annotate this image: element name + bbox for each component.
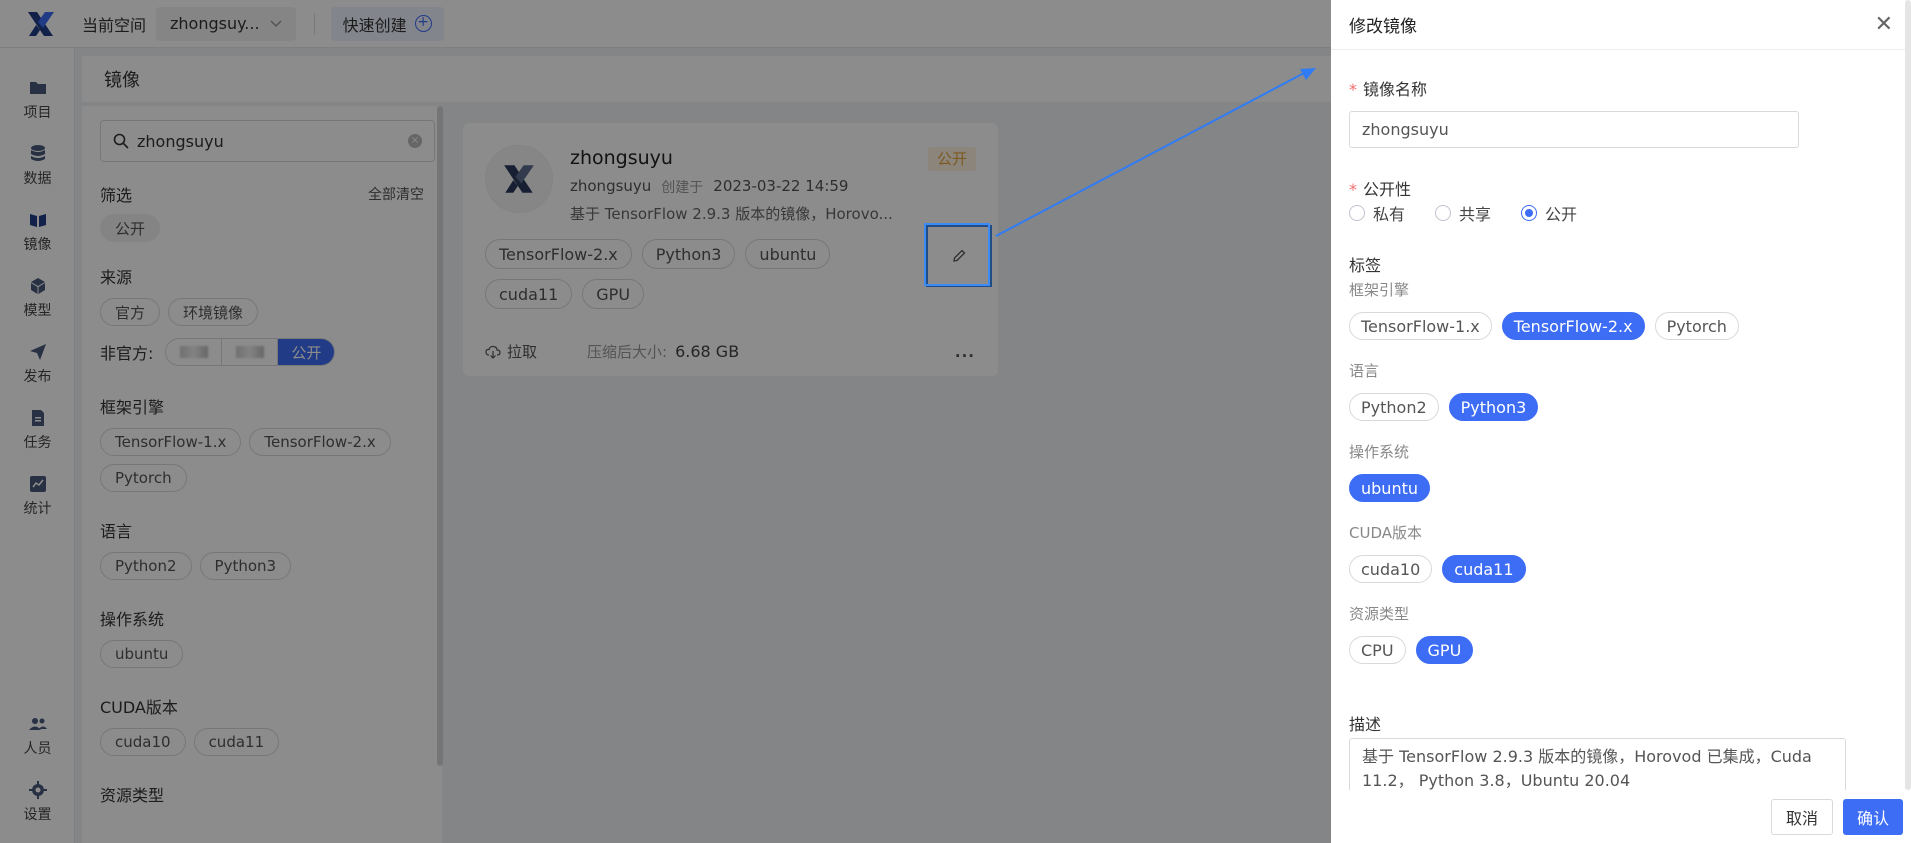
radio-label: 共享	[1459, 205, 1492, 224]
label-text: 公开性	[1363, 180, 1412, 199]
resource-tags: CPU GPU	[1349, 636, 1474, 664]
radio-public[interactable]: 公开	[1521, 201, 1577, 225]
tag-cpu[interactable]: CPU	[1349, 636, 1406, 664]
tags-label: 标签	[1349, 256, 1382, 275]
radio-dot	[1521, 205, 1538, 221]
visibility-radio-group: 私有 共享 公开	[1349, 201, 1577, 225]
close-icon[interactable]: ✕	[1875, 12, 1893, 37]
radio-dot	[1349, 205, 1365, 221]
language-tags: Python2 Python3	[1349, 393, 1539, 421]
radio-private[interactable]: 私有	[1349, 201, 1405, 225]
language-label: 语言	[1349, 362, 1380, 380]
framework-label: 框架引擎	[1349, 281, 1410, 299]
required-mark: *	[1349, 180, 1357, 199]
radio-label: 公开	[1545, 205, 1578, 224]
name-field-label: * 镜像名称	[1349, 76, 1427, 100]
drawer-title: 修改镜像	[1349, 17, 1417, 37]
visibility-label: * 公开性	[1349, 176, 1411, 200]
tag-cuda11[interactable]: cuda11	[1442, 555, 1526, 583]
resource-label: 资源类型	[1349, 605, 1410, 623]
cuda-label: CUDA版本	[1349, 524, 1423, 542]
framework-tags: TensorFlow-1.x TensorFlow-2.x Pytorch	[1349, 312, 1739, 340]
drawer-footer: 取消 确认	[1331, 790, 1911, 843]
modal-backdrop[interactable]	[0, 0, 1331, 843]
tag-tensorflow-1[interactable]: TensorFlow-1.x	[1349, 312, 1492, 340]
cuda-tags: cuda10 cuda11	[1349, 555, 1526, 583]
description-label: 描述	[1349, 715, 1382, 734]
tag-python2[interactable]: Python2	[1349, 393, 1439, 421]
tag-cuda10[interactable]: cuda10	[1349, 555, 1433, 583]
edit-image-drawer: 修改镜像 ✕ * 镜像名称 zhongsuyu * 公开性 私有 共享 公开 标签 …	[1331, 0, 1911, 843]
radio-dot	[1435, 205, 1452, 221]
tag-tensorflow-2[interactable]: TensorFlow-2.x	[1501, 312, 1645, 340]
confirm-button[interactable]: 确认	[1842, 798, 1903, 835]
name-input[interactable]: zhongsuyu	[1349, 111, 1799, 148]
os-tags: ubuntu	[1349, 474, 1430, 502]
tag-ubuntu[interactable]: ubuntu	[1349, 474, 1430, 502]
os-label: 操作系统	[1349, 443, 1410, 461]
radio-shared[interactable]: 共享	[1435, 201, 1491, 225]
name-input-value: zhongsuyu	[1362, 120, 1449, 139]
tag-pytorch[interactable]: Pytorch	[1654, 312, 1739, 340]
drawer-header: 修改镜像 ✕	[1331, 0, 1911, 50]
description-textarea[interactable]: 基于 TensorFlow 2.9.3 版本的镜像，Horovod 已集成，Cu…	[1349, 738, 1846, 793]
cancel-button[interactable]: 取消	[1770, 798, 1833, 835]
tag-gpu[interactable]: GPU	[1415, 636, 1474, 664]
tag-python3[interactable]: Python3	[1448, 393, 1539, 421]
radio-label: 私有	[1373, 205, 1406, 224]
required-mark: *	[1349, 80, 1357, 99]
label-text: 镜像名称	[1363, 80, 1428, 99]
drawer-scrollbar[interactable]	[1905, 0, 1911, 790]
